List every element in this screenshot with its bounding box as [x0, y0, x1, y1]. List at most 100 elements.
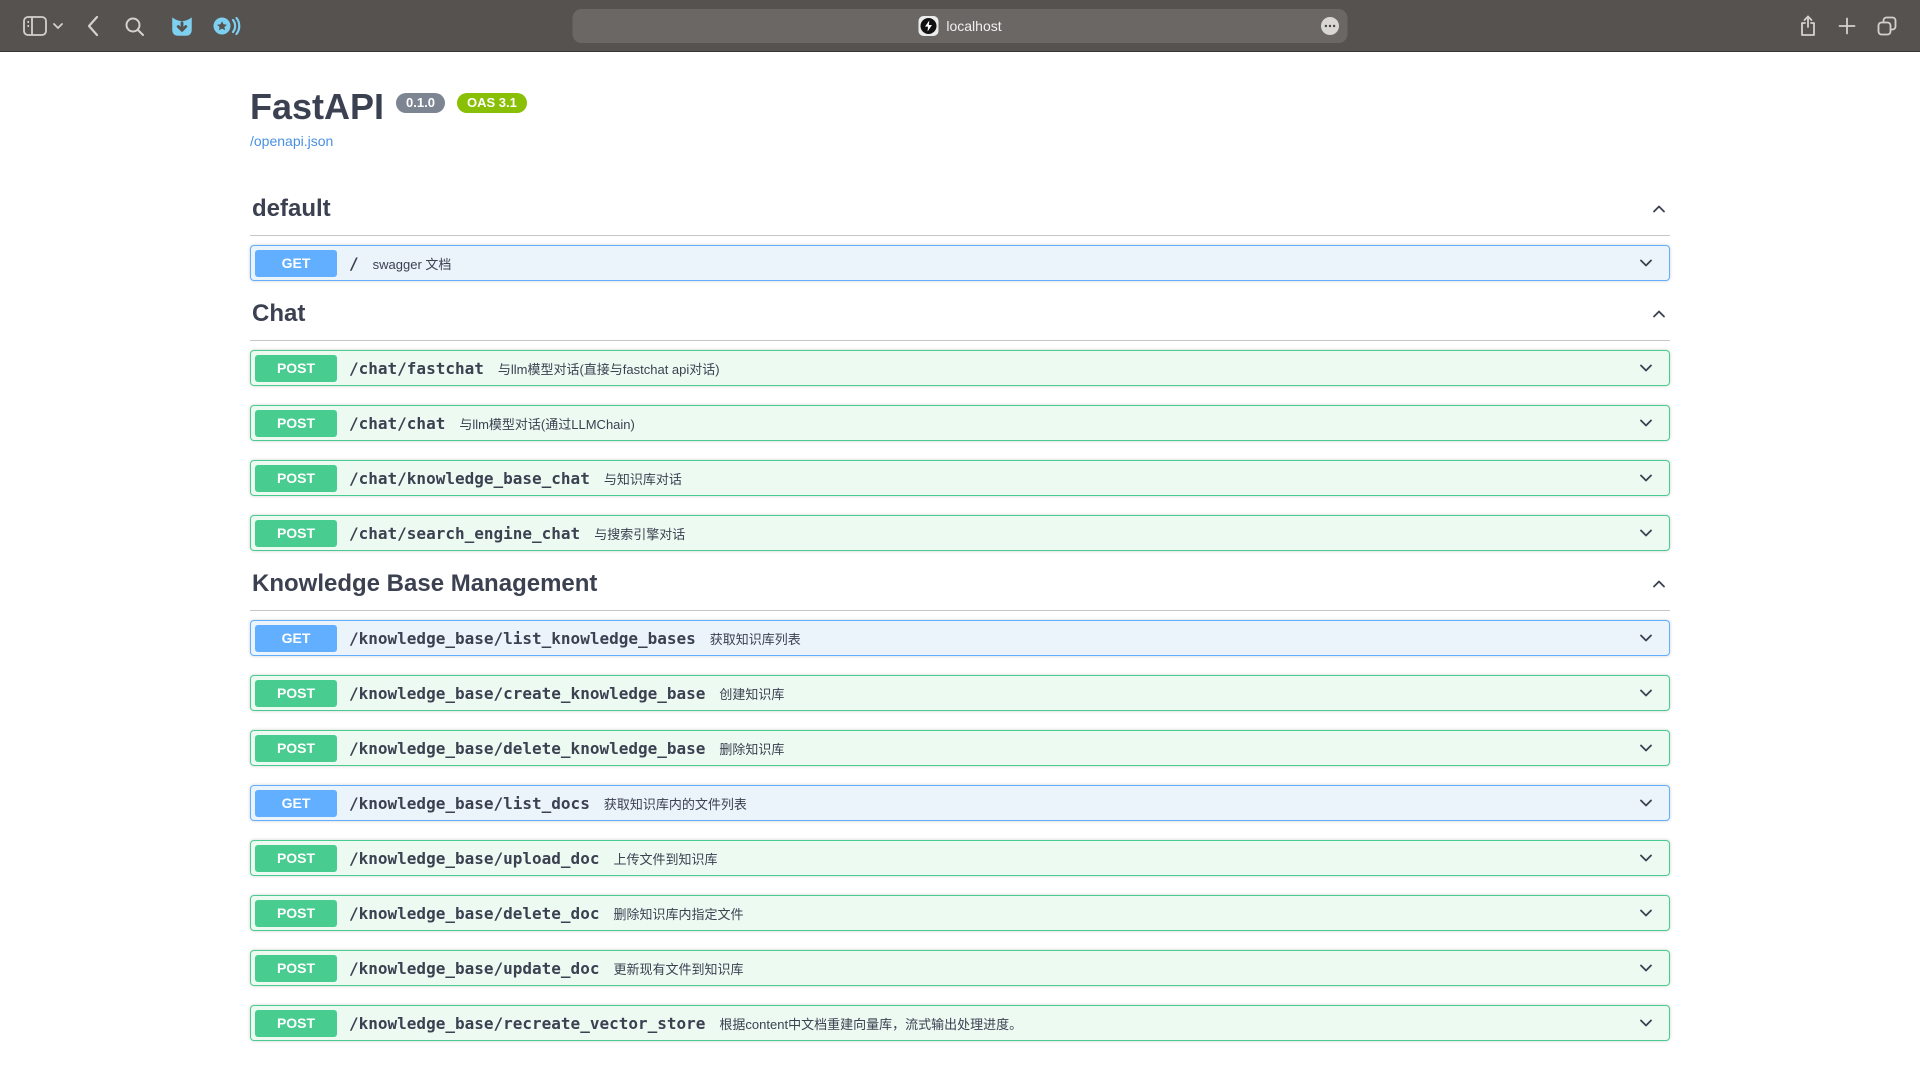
api-tag-section: Knowledge Base Management GET /knowledge…: [250, 570, 1670, 1041]
http-method-badge: POST: [255, 520, 337, 547]
operations-list: POST /chat/fastchat 与llm模型对话(直接与fastchat…: [250, 341, 1670, 551]
expand-chevron-down-icon[interactable]: [1637, 524, 1655, 542]
tag-header[interactable]: default: [250, 195, 1670, 236]
swagger-page: FastAPI 0.1.0 OAS 3.1 /openapi.json defa…: [250, 86, 1670, 1041]
endpoint-row[interactable]: POST /knowledge_base/delete_doc 删除知识库内指定…: [250, 895, 1670, 931]
expand-chevron-down-icon[interactable]: [1637, 254, 1655, 272]
share-icon[interactable]: [1798, 14, 1818, 38]
endpoint-row[interactable]: POST /knowledge_base/create_knowledge_ba…: [250, 675, 1670, 711]
tag-header[interactable]: Knowledge Base Management: [250, 570, 1670, 611]
expand-chevron-down-icon[interactable]: [1637, 904, 1655, 922]
endpoint-row[interactable]: POST /knowledge_base/update_doc 更新现有文件到知…: [250, 950, 1670, 986]
http-method-badge: GET: [255, 250, 337, 277]
api-title-text: FastAPI: [250, 86, 384, 127]
sidebar-toggle-icon[interactable]: [22, 14, 48, 38]
http-method-badge: POST: [255, 955, 337, 982]
collapse-chevron-up-icon[interactable]: [1650, 200, 1668, 218]
endpoint-row[interactable]: POST /chat/chat 与llm模型对话(通过LLMChain): [250, 405, 1670, 441]
endpoint-description: 与llm模型对话(直接与fastchat api对话): [498, 359, 720, 378]
endpoint-path: /chat/chat: [349, 414, 445, 433]
http-method-badge: POST: [255, 845, 337, 872]
expand-chevron-down-icon[interactable]: [1637, 794, 1655, 812]
tab-overview-icon[interactable]: [1876, 15, 1898, 37]
back-button-icon[interactable]: [86, 15, 99, 37]
browser-toolbar: localhost: [0, 0, 1920, 52]
extension-live-icon[interactable]: [211, 13, 241, 39]
endpoint-path: /chat/knowledge_base_chat: [349, 469, 590, 488]
expand-chevron-down-icon[interactable]: [1637, 739, 1655, 757]
endpoint-description: 删除知识库内指定文件: [613, 904, 743, 923]
endpoint-description: 根据content中文档重建向量库，流式输出处理进度。: [719, 1014, 1022, 1033]
endpoint-path: /knowledge_base/create_knowledge_base: [349, 684, 705, 703]
endpoint-row[interactable]: POST /knowledge_base/recreate_vector_sto…: [250, 1005, 1670, 1041]
api-info: FastAPI 0.1.0 OAS 3.1 /openapi.json: [250, 86, 1670, 151]
endpoint-path: /chat/fastchat: [349, 359, 484, 378]
endpoint-row[interactable]: POST /chat/search_engine_chat 与搜索引擎对话: [250, 515, 1670, 551]
expand-chevron-down-icon[interactable]: [1637, 629, 1655, 647]
endpoint-path: /knowledge_base/update_doc: [349, 959, 599, 978]
url-host-text: localhost: [946, 18, 1001, 34]
endpoint-description: 与llm模型对话(通过LLMChain): [459, 414, 635, 433]
endpoint-path: /knowledge_base/list_knowledge_bases: [349, 629, 696, 648]
endpoint-description: 与知识库对话: [604, 469, 682, 488]
endpoint-description: swagger 文档: [373, 254, 452, 273]
endpoint-path: /chat/search_engine_chat: [349, 524, 580, 543]
api-tag-section: default GET / swagger 文档: [250, 195, 1670, 281]
http-method-badge: GET: [255, 625, 337, 652]
page-settings-icon[interactable]: [1321, 17, 1340, 36]
site-favicon: [918, 16, 938, 36]
endpoint-row[interactable]: POST /knowledge_base/upload_doc 上传文件到知识库: [250, 840, 1670, 876]
endpoint-path: /knowledge_base/delete_knowledge_base: [349, 739, 705, 758]
endpoint-row[interactable]: GET / swagger 文档: [250, 245, 1670, 281]
http-method-badge: POST: [255, 900, 337, 927]
endpoint-description: 更新现有文件到知识库: [613, 959, 743, 978]
endpoint-description: 删除知识库: [719, 739, 784, 758]
page-title: FastAPI 0.1.0 OAS 3.1: [250, 86, 1670, 127]
endpoint-path: /knowledge_base/delete_doc: [349, 904, 599, 923]
oas-badge: OAS 3.1: [457, 93, 527, 113]
tag-title: default: [252, 195, 331, 223]
expand-chevron-down-icon[interactable]: [1637, 684, 1655, 702]
tag-header[interactable]: Chat: [250, 300, 1670, 341]
endpoint-description: 与搜索引擎对话: [594, 524, 685, 543]
expand-chevron-down-icon[interactable]: [1637, 414, 1655, 432]
endpoint-row[interactable]: POST /chat/fastchat 与llm模型对话(直接与fastchat…: [250, 350, 1670, 386]
expand-chevron-down-icon[interactable]: [1637, 469, 1655, 487]
endpoint-description: 创建知识库: [719, 684, 784, 703]
openapi-spec-link[interactable]: /openapi.json: [250, 133, 333, 149]
endpoint-row[interactable]: POST /knowledge_base/delete_knowledge_ba…: [250, 730, 1670, 766]
sidebar-chevron-down-icon[interactable]: [52, 22, 64, 30]
tag-title: Knowledge Base Management: [252, 570, 597, 598]
endpoint-description: 获取知识库列表: [710, 629, 801, 648]
endpoint-path: /knowledge_base/upload_doc: [349, 849, 599, 868]
endpoint-path: /knowledge_base/list_docs: [349, 794, 590, 813]
http-method-badge: POST: [255, 465, 337, 492]
api-tag-section: Chat POST /chat/fastchat 与llm模型对话(直接与fas…: [250, 300, 1670, 551]
endpoint-row[interactable]: GET /knowledge_base/list_knowledge_bases…: [250, 620, 1670, 656]
collapse-chevron-up-icon[interactable]: [1650, 305, 1668, 323]
endpoint-description: 上传文件到知识库: [613, 849, 717, 868]
endpoint-row[interactable]: GET /knowledge_base/list_docs 获取知识库内的文件列…: [250, 785, 1670, 821]
endpoint-path: /: [349, 254, 359, 273]
http-method-badge: POST: [255, 355, 337, 382]
endpoint-description: 获取知识库内的文件列表: [604, 794, 747, 813]
http-method-badge: GET: [255, 790, 337, 817]
expand-chevron-down-icon[interactable]: [1637, 359, 1655, 377]
expand-chevron-down-icon[interactable]: [1637, 959, 1655, 977]
address-bar[interactable]: localhost: [573, 9, 1348, 43]
http-method-badge: POST: [255, 410, 337, 437]
new-tab-icon[interactable]: [1838, 17, 1856, 35]
endpoint-path: /knowledge_base/recreate_vector_store: [349, 1014, 705, 1033]
http-method-badge: POST: [255, 1010, 337, 1037]
extension-badge-icon[interactable]: [169, 13, 195, 39]
operations-list: GET /knowledge_base/list_knowledge_bases…: [250, 611, 1670, 1041]
version-badge: 0.1.0: [396, 93, 445, 113]
expand-chevron-down-icon[interactable]: [1637, 1014, 1655, 1032]
search-icon[interactable]: [124, 16, 145, 37]
operations-list: GET / swagger 文档: [250, 236, 1670, 281]
http-method-badge: POST: [255, 735, 337, 762]
expand-chevron-down-icon[interactable]: [1637, 849, 1655, 867]
collapse-chevron-up-icon[interactable]: [1650, 575, 1668, 593]
tag-title: Chat: [252, 300, 305, 328]
endpoint-row[interactable]: POST /chat/knowledge_base_chat 与知识库对话: [250, 460, 1670, 496]
